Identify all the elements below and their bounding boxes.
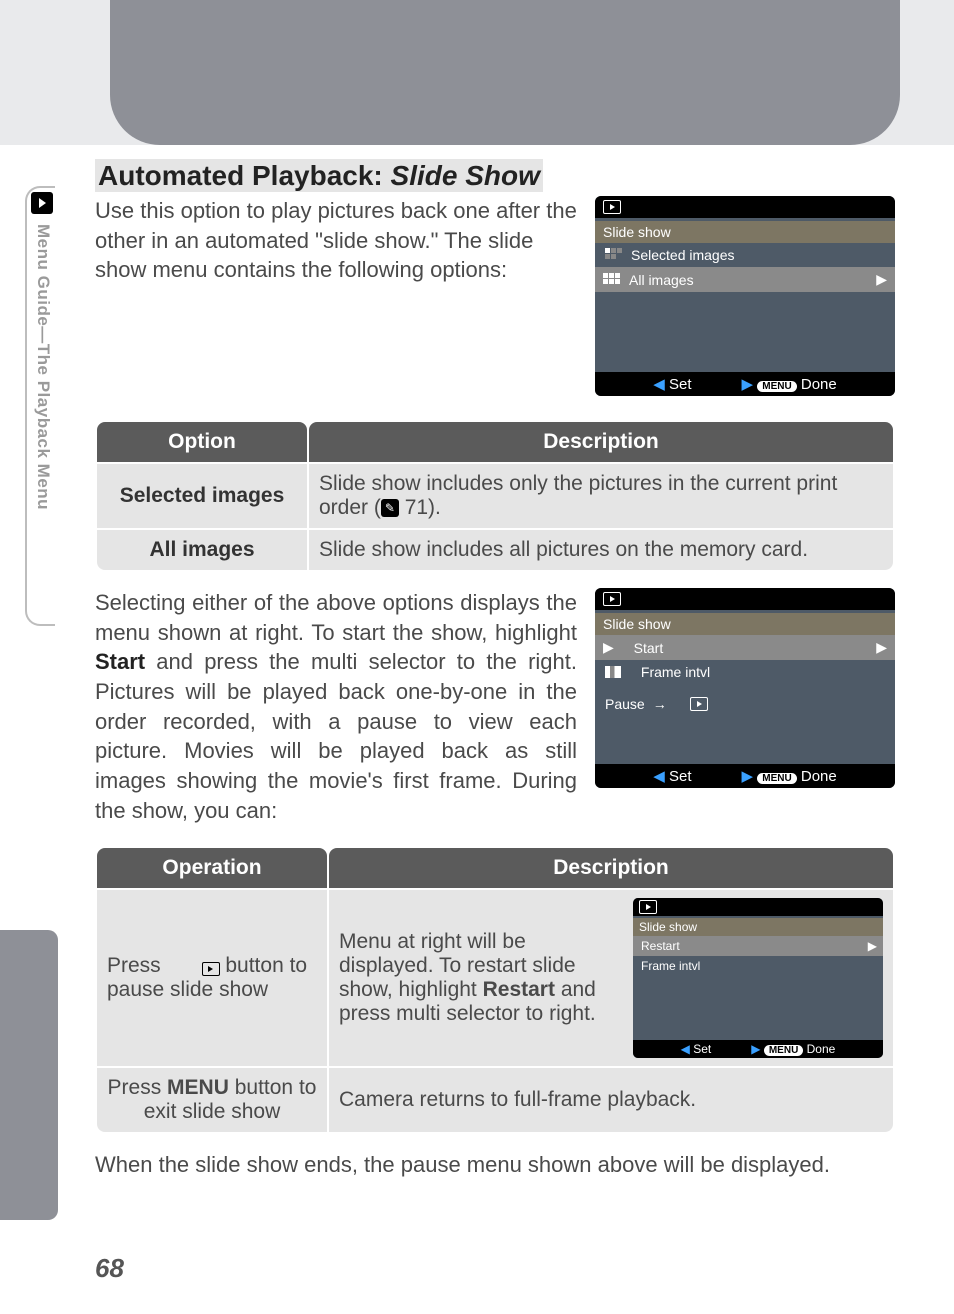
operation-pause: Press button to pause slide show: [97, 890, 327, 1066]
option-all-images: All images: [97, 530, 307, 570]
reference-icon: ✎: [381, 499, 399, 517]
footer-note: When the slide show ends, the pause menu…: [95, 1152, 895, 1178]
screen-title: Slide show: [595, 613, 895, 635]
play-button-icon: [202, 962, 220, 976]
playback-mode-icon: [603, 200, 621, 214]
screen-row-interval: Frame intvl: [641, 664, 710, 680]
operations-table: Operation Description Press button to pa…: [95, 846, 895, 1134]
nav-left-icon: Set: [653, 767, 691, 785]
mini-row-interval: Frame intvl: [641, 959, 700, 973]
operations-header-description: Description: [329, 848, 893, 888]
camera-screen-slideshow-menu: Slide show Selected images All images▶ S…: [595, 196, 895, 396]
page-header-background: [0, 0, 954, 145]
start-instructions: Selecting either of the above options di…: [95, 588, 577, 826]
nav-right-icon: MENU Done: [742, 375, 837, 393]
screen-row-all: All images: [629, 272, 694, 288]
mini-title: Slide show: [633, 918, 883, 936]
playback-mode-icon: [603, 592, 621, 606]
operation-pause-desc: Menu at right will be displayed. To rest…: [329, 890, 893, 1066]
pause-label: Pause: [605, 696, 645, 712]
playback-icon: [31, 192, 53, 214]
page-number: 68: [95, 1253, 124, 1284]
options-table: Option Description Selected images Slide…: [95, 420, 895, 572]
options-table-header-description: Description: [309, 422, 893, 462]
operation-exit-desc: Camera returns to full-frame playback.: [329, 1068, 893, 1132]
selected-images-icon: [605, 248, 623, 262]
screen-row-selected: Selected images: [631, 247, 735, 263]
option-all-images-desc: Slide show includes all pictures on the …: [309, 530, 893, 570]
screen-row-start: Start: [634, 640, 664, 656]
camera-screen-start-menu: Slide show ▶ Start▶ Frame intvl Pause → …: [595, 588, 895, 788]
page-content: Automated Playback: Slide Show Use this …: [95, 160, 895, 1178]
camera-screen-pause-menu: Slide show Restart Frame intvl Set MENU …: [633, 898, 883, 1058]
option-selected-images: Selected images: [97, 464, 307, 528]
intro-text: Use this option to play pictures back on…: [95, 196, 577, 396]
mini-row-restart: Restart: [641, 939, 680, 953]
screen-title: Slide show: [595, 221, 895, 243]
all-images-icon: [603, 273, 621, 287]
section-heading: Automated Playback: Slide Show: [95, 160, 895, 192]
side-tab-label: Menu Guide—The Playback Menu: [33, 224, 53, 510]
options-table-header-option: Option: [97, 422, 307, 462]
left-gutter-bar: [0, 930, 58, 1220]
operation-exit: Press MENU button to exit slide show: [97, 1068, 327, 1132]
playback-mode-icon: [639, 900, 657, 914]
play-icon: [690, 697, 708, 711]
nav-right-icon: MENU Done: [742, 767, 837, 785]
nav-left-icon: Set: [653, 375, 691, 393]
operations-header-operation: Operation: [97, 848, 327, 888]
option-selected-images-desc: Slide show includes only the pictures in…: [309, 464, 893, 528]
